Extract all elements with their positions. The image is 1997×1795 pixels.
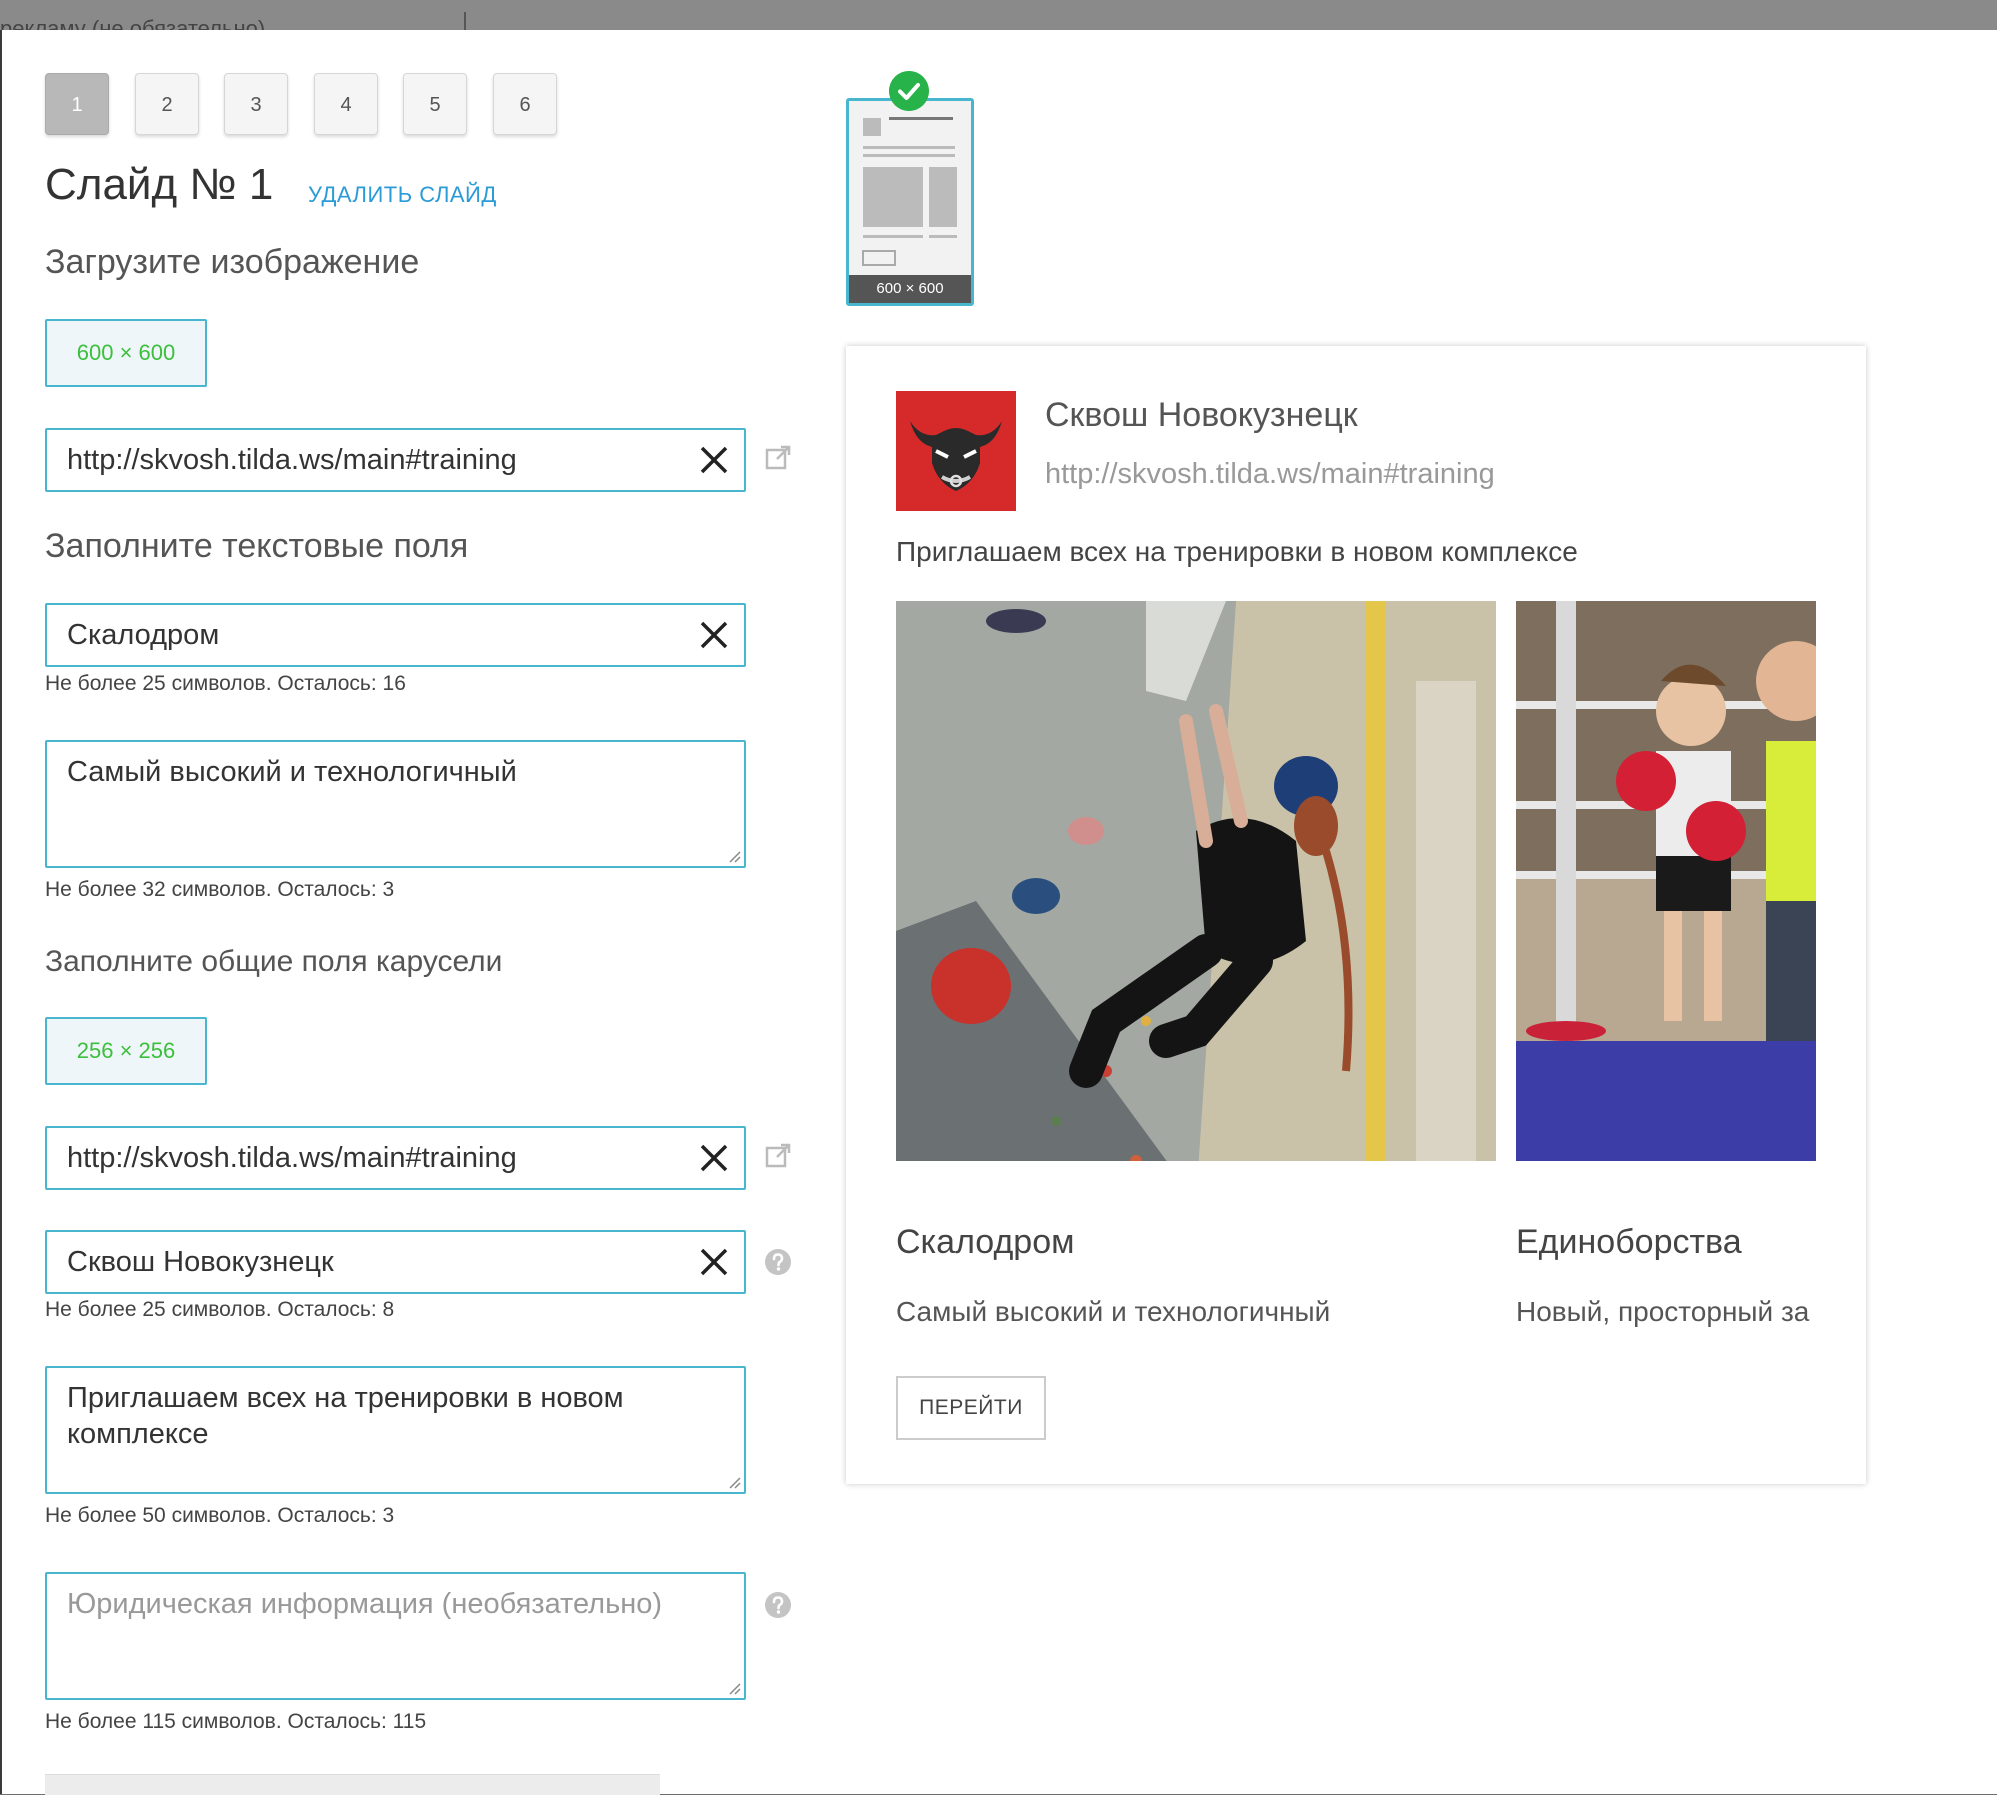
clear-icon[interactable]	[698, 1142, 730, 1174]
format-thumbnail-label: 600 × 600	[849, 275, 971, 303]
carousel-name-field[interactable]: Сквош Новокузнецк	[45, 1230, 746, 1294]
slide-tab-3[interactable]: 3	[224, 73, 288, 135]
legal-info-hint: Не более 115 символов. Осталось: 115	[45, 1710, 427, 1733]
resize-grip-icon[interactable]	[727, 1475, 741, 1489]
preview-text: Приглашаем всех на тренировки в новом ко…	[896, 536, 1578, 567]
clear-icon[interactable]	[698, 444, 730, 476]
help-icon[interactable]	[764, 1248, 792, 1276]
preview-carousel[interactable]	[896, 601, 1816, 1161]
carousel-name-value: Сквош Новокузнецк	[67, 1246, 334, 1278]
carousel-link-field[interactable]: http://skvosh.tilda.ws/main#training	[45, 1126, 746, 1190]
preview-slide-desc: Самый высокий и технологичный	[896, 1296, 1331, 1327]
carousel-text-field[interactable]: Приглашаем всех на тренировки в новом ко…	[45, 1366, 746, 1494]
help-icon[interactable]	[764, 1591, 792, 1619]
slide-tab-6[interactable]: 6	[493, 73, 557, 135]
slide-description-field[interactable]: Самый высокий и технологичный	[45, 740, 746, 868]
background-divider	[464, 12, 466, 30]
carousel-link-value: http://skvosh.tilda.ws/main#training	[67, 1142, 517, 1174]
bull-logo-icon	[896, 391, 1016, 511]
carousel-text-value: Приглашаем всех на тренировки в новом ко…	[67, 1382, 624, 1450]
background-window-text: рекламу (не обязательно)	[0, 16, 266, 30]
carousel-text-hint: Не более 50 символов. Осталось: 3	[45, 1504, 395, 1527]
climbing-photo	[896, 601, 1496, 1161]
martial-arts-photo	[1516, 601, 1816, 1161]
text-fields-label: Заполните текстовые поля	[45, 527, 469, 565]
check-icon	[889, 71, 929, 111]
slide-title-hint: Не более 25 символов. Осталось: 16	[45, 672, 406, 695]
clear-icon[interactable]	[698, 1246, 730, 1278]
legal-info-placeholder: Юридическая информация (необязательно)	[67, 1588, 663, 1620]
preview-brand-name: Сквош Новокузнецк	[1045, 396, 1358, 434]
slide-tab-1[interactable]: 1	[45, 73, 109, 135]
slide-link-value: http://skvosh.tilda.ws/main#training	[67, 444, 517, 476]
slide-tab-2[interactable]: 2	[135, 73, 199, 135]
upload-logo-button[interactable]: 256 × 256	[45, 1017, 207, 1085]
background-window-bar: рекламу (не обязательно)	[0, 0, 1997, 30]
slide-description-value: Самый высокий и технологичный	[67, 756, 517, 788]
slide-tab-4[interactable]: 4	[314, 73, 378, 135]
slide-link-field[interactable]: http://skvosh.tilda.ws/main#training	[45, 428, 746, 492]
resize-grip-icon[interactable]	[727, 849, 741, 863]
legal-info-field[interactable]: Юридическая информация (необязательно)	[45, 1572, 746, 1700]
slide-title-value: Скалодром	[67, 619, 220, 651]
slide-heading: Слайд № 1	[45, 160, 274, 209]
ad-preview-card: Сквош Новокузнецк http://skvosh.tilda.ws…	[846, 346, 1866, 1484]
resize-grip-icon[interactable]	[727, 1681, 741, 1695]
panel-left-edge	[0, 30, 2, 1794]
format-thumbnail[interactable]: 600 × 600	[846, 98, 974, 306]
delete-slide-link[interactable]: УДАЛИТЬ СЛАЙД	[308, 182, 497, 208]
slide-title-field[interactable]: Скалодром	[45, 603, 746, 667]
clear-icon[interactable]	[698, 619, 730, 651]
slide-description-hint: Не более 32 символов. Осталось: 3	[45, 878, 395, 901]
layout-preview-icon	[862, 117, 957, 266]
upload-image-label: Загрузите изображение	[45, 243, 420, 281]
open-link-icon[interactable]	[764, 444, 792, 472]
preview-slide-title: Скалодром	[896, 1223, 1075, 1261]
slide-tab-5[interactable]: 5	[403, 73, 467, 135]
preview-url[interactable]: http://skvosh.tilda.ws/main#training	[1045, 458, 1495, 491]
bottom-toolbar	[45, 1774, 660, 1795]
go-button[interactable]: ПЕРЕЙТИ	[896, 1376, 1046, 1440]
preview-slide-desc: Новый, просторный за	[1516, 1296, 1810, 1327]
carousel-fields-label: Заполните общие поля карусели	[45, 945, 503, 978]
upload-image-button[interactable]: 600 × 600	[45, 319, 207, 387]
preview-slide-title: Единоборства	[1516, 1223, 1742, 1261]
open-link-icon[interactable]	[764, 1142, 792, 1170]
carousel-name-hint: Не более 25 символов. Осталось: 8	[45, 1298, 395, 1321]
